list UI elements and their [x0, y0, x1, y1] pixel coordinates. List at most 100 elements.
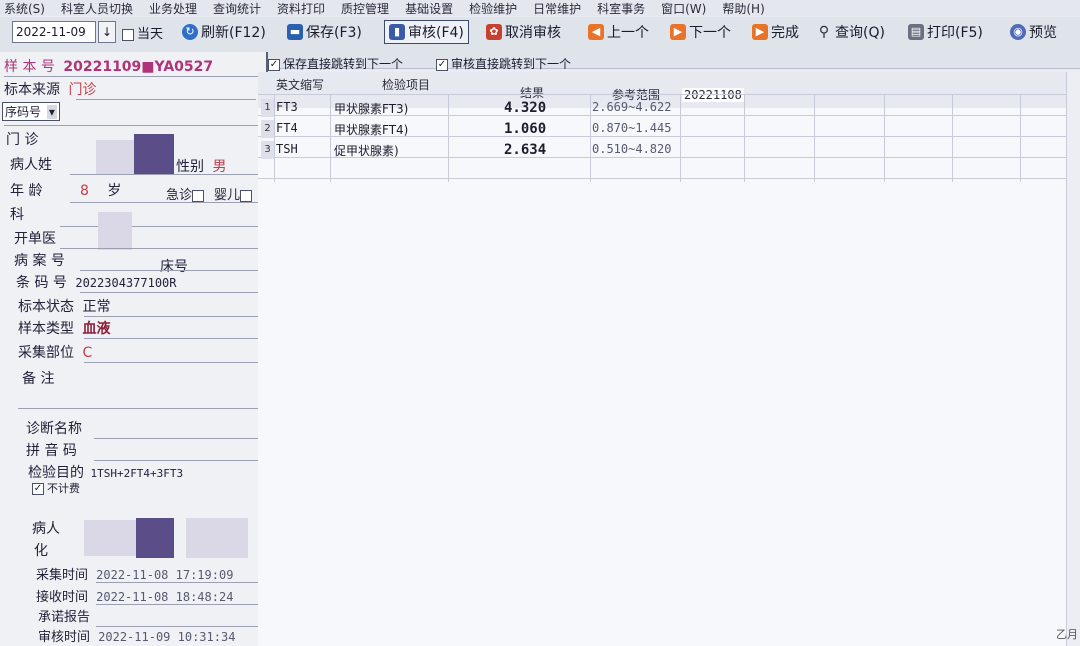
cell-result[interactable]: 1.060: [504, 121, 546, 137]
checkbox-icon: [240, 189, 253, 202]
receive-time-label: 接收时间: [36, 590, 89, 605]
menu-item-3[interactable]: 查询统计: [213, 0, 261, 16]
save-jump-checkbox[interactable]: ✓ 保存直接跳转到下一个: [268, 55, 403, 72]
date-input[interactable]: 2022-11-09: [12, 21, 96, 43]
review-time-field[interactable]: 2022-11-09 10:31:34: [98, 630, 235, 644]
urgent-checkbox[interactable]: 急诊: [166, 184, 207, 203]
divider: [18, 408, 258, 409]
checkbox-icon: [122, 28, 134, 41]
menu-item-6[interactable]: 基础设置: [405, 0, 453, 16]
menu-item-7[interactable]: 检验维护: [469, 0, 517, 16]
cancel-review-button[interactable]: ✿ 取消审核: [486, 20, 561, 44]
arrow-right-icon: ▶: [670, 24, 686, 40]
cell-item[interactable]: 甲状腺素FT3): [334, 100, 408, 117]
divider: [76, 99, 256, 100]
review-button[interactable]: ▮ 审核(F4): [384, 20, 469, 44]
review-jump-checkbox[interactable]: ✓ 审核直接跳转到下一个: [436, 55, 571, 72]
review-time-label: 审核时间: [38, 630, 91, 645]
query-button[interactable]: ⚲ 查询(Q): [816, 20, 885, 44]
cell-range[interactable]: 2.669~4.622: [592, 100, 678, 114]
header-date[interactable]: 20221108: [682, 88, 744, 102]
next-button[interactable]: ▶ 下一个: [670, 20, 731, 44]
preview-button[interactable]: ◉ 预览: [1010, 20, 1057, 44]
infant-checkbox[interactable]: 婴儿: [214, 184, 255, 203]
menu-item-2[interactable]: 业务处理: [149, 0, 197, 16]
urgent-label: 急诊: [166, 188, 193, 203]
chevron-down-icon: ▾: [46, 105, 57, 119]
no-fee-checkbox[interactable]: ✓ 不计费: [32, 480, 80, 496]
doctor-label: 开单医: [14, 231, 56, 247]
menu-item-0[interactable]: 系统(S): [4, 0, 45, 16]
purpose-field[interactable]: 1TSH+2FT4+3FT3: [90, 467, 183, 480]
source-label: 标本来源: [4, 82, 60, 98]
collect-site-field[interactable]: C: [82, 345, 92, 361]
collect-time-label: 采集时间: [36, 568, 89, 583]
sex-field[interactable]: 男: [212, 159, 226, 175]
menu-item-8[interactable]: 日常维护: [533, 0, 581, 16]
row-number[interactable]: 3: [261, 141, 274, 159]
save-jump-label: 保存直接跳转到下一个: [283, 57, 404, 71]
diagnosis-label: 诊断名称: [26, 421, 82, 437]
divider: [4, 125, 260, 126]
source-field[interactable]: 门诊: [68, 82, 96, 98]
sample-status-field[interactable]: 正常: [82, 299, 110, 315]
grid-column-divider: [274, 94, 275, 182]
row-number[interactable]: 2: [261, 120, 274, 138]
divider: [94, 438, 260, 439]
refresh-button[interactable]: ↻ 刷新(F12): [182, 20, 266, 44]
site-row: 采集部位 C: [18, 342, 92, 362]
menu-item-11[interactable]: 帮助(H): [722, 0, 764, 16]
cell-code[interactable]: TSH: [276, 142, 298, 156]
menu-item-1[interactable]: 科室人员切换: [61, 0, 133, 16]
barcode-field[interactable]: 2022304377100R: [75, 276, 176, 290]
pinyin-label: 拼 音 码: [26, 443, 77, 459]
menu-item-10[interactable]: 窗口(W): [661, 0, 706, 16]
outpatient-label: 门 诊: [6, 132, 39, 148]
sample-no-field[interactable]: 20221109■YA0527: [63, 59, 213, 75]
print-button[interactable]: ▤ 打印(F5): [908, 20, 983, 44]
query-label: 查询(Q): [835, 25, 885, 41]
age-unit: 岁: [107, 183, 122, 199]
finish-button[interactable]: ▶ 完成: [752, 20, 799, 44]
purpose-label: 检验目的: [28, 465, 84, 481]
header-code[interactable]: 英文缩写: [276, 76, 324, 93]
divider: [96, 582, 264, 583]
seq-dropdown[interactable]: 序码号 ▾: [2, 102, 60, 121]
redacted-doctor: [98, 212, 132, 250]
menu-item-4[interactable]: 资料打印: [277, 0, 325, 16]
row-number[interactable]: 1: [261, 99, 274, 117]
header-result[interactable]: 结果: [520, 84, 544, 101]
search-icon: ⚲: [818, 24, 830, 40]
cell-code[interactable]: FT3: [276, 100, 298, 114]
cell-range[interactable]: 0.870~1.445: [592, 121, 678, 135]
cell-item[interactable]: 促甲状腺素): [334, 142, 399, 159]
today-checkbox[interactable]: 当天: [122, 23, 163, 42]
age-row: 8 岁: [80, 180, 121, 200]
printer-icon: ▤: [908, 24, 924, 40]
cell-code[interactable]: FT4: [276, 121, 298, 135]
receive-time-field[interactable]: 2022-11-08 18:48:24: [96, 590, 233, 604]
collect-time-field[interactable]: 2022-11-08 17:19:09: [96, 568, 233, 582]
cell-result[interactable]: 2.634: [504, 142, 546, 158]
age-field[interactable]: 8: [80, 183, 89, 199]
menu-item-9[interactable]: 科室事务: [597, 0, 645, 16]
results-grid: 英文缩写 检验项目 结果 参考范围 20221108 1 FT3 甲状腺素FT3) 4…: [258, 72, 1080, 646]
arrow-left-icon: ◀: [588, 24, 604, 40]
menu-item-5[interactable]: 质控管理: [341, 0, 389, 16]
cell-range[interactable]: 0.510~4.820: [592, 142, 678, 156]
sample-type-field[interactable]: 血液: [82, 321, 110, 337]
grid-column-divider: [884, 94, 885, 182]
prev-button[interactable]: ◀ 上一个: [588, 20, 649, 44]
cancel-review-label: 取消审核: [505, 25, 561, 41]
patient-label: 病人: [32, 521, 60, 537]
sex-label: 性别: [176, 159, 204, 175]
cell-item[interactable]: 甲状腺素FT4): [334, 121, 408, 138]
vertical-scrollbar[interactable]: [1066, 72, 1080, 646]
lab-label: 化: [34, 543, 48, 559]
header-item[interactable]: 检验项目: [382, 76, 430, 93]
cell-result[interactable]: 4.320: [504, 100, 546, 116]
sample-status-label: 标本状态: [18, 299, 74, 315]
save-button[interactable]: ▬ 保存(F3): [287, 20, 362, 44]
redacted-patient: [136, 518, 174, 558]
arrow-down-button[interactable]: ↓: [98, 21, 116, 43]
